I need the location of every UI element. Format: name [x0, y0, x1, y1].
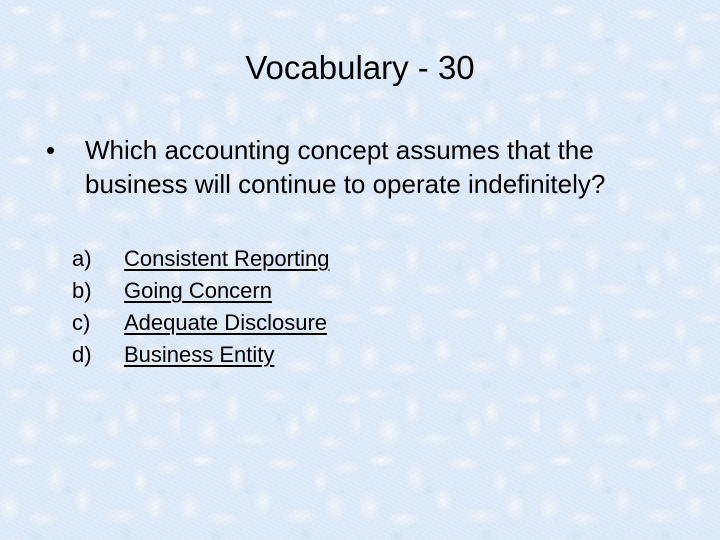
presentation-slide: Vocabulary - 30 • Which accounting conce…: [0, 0, 720, 540]
slide-title: Vocabulary - 30: [245, 49, 475, 86]
answer-option-c[interactable]: c) Adequate Disclosure: [72, 307, 632, 339]
option-marker-d: d): [72, 342, 92, 367]
bullet-icon: •: [46, 135, 56, 165]
slide-content: Vocabulary - 30 • Which accounting conce…: [0, 0, 720, 540]
question-text: Which accounting concept assumes that th…: [85, 135, 606, 199]
option-label-c[interactable]: Adequate Disclosure: [124, 307, 327, 339]
answer-option-a[interactable]: a) Consistent Reporting: [72, 243, 632, 275]
option-marker-c: c): [72, 310, 91, 335]
option-label-b[interactable]: Going Concern: [124, 275, 272, 307]
answer-option-b[interactable]: b) Going Concern: [72, 275, 632, 307]
option-marker-b: b): [72, 278, 92, 303]
option-label-d[interactable]: Business Entity: [124, 339, 274, 371]
option-label-a[interactable]: Consistent Reporting: [124, 243, 329, 275]
question-block: • Which accounting concept assumes that …: [40, 133, 688, 201]
answer-option-d[interactable]: d) Business Entity: [72, 339, 632, 371]
answer-options-list: a) Consistent Reporting b) Going Concern…: [72, 243, 632, 371]
question-bullet-row: • Which accounting concept assumes that …: [40, 133, 688, 201]
option-marker-a: a): [72, 246, 92, 271]
